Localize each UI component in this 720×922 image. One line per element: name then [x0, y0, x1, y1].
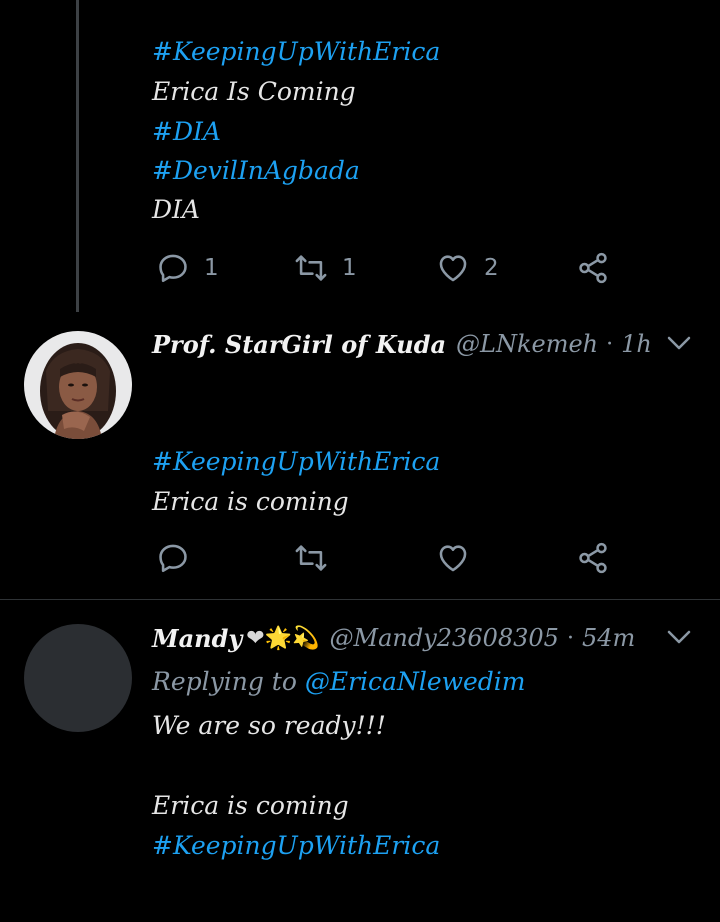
reply-count: 1 [204, 255, 219, 281]
reply-icon [159, 254, 187, 283]
tweet1-action-bar: 1 1 2 [152, 248, 622, 288]
replying-to-line: Replying to @EricaNlewedim [152, 666, 526, 698]
tweet1-text-line: DIA [152, 195, 200, 224]
retweet-button[interactable]: 1 [294, 248, 357, 288]
timestamp[interactable]: 1h [621, 330, 652, 358]
tweet2-action-bar [152, 538, 622, 578]
replying-to-handle[interactable]: @EricaNlewedim [305, 667, 526, 696]
like-button[interactable]: 2 [436, 248, 499, 288]
tweet3-text-line: Erica is coming [152, 791, 349, 820]
share-icon [579, 252, 607, 284]
heart-icon [439, 545, 467, 572]
heart-icon [439, 255, 467, 282]
tweet1-hashtag-dia[interactable]: #DIA [152, 116, 221, 148]
retweet-button[interactable] [294, 538, 328, 578]
avatar[interactable] [24, 624, 132, 732]
reply-button[interactable] [156, 538, 190, 578]
profile-photo [24, 331, 132, 439]
tweet1-text-line: Erica Is Coming [152, 77, 356, 106]
retweet-icon [295, 255, 327, 281]
chevron-down-icon[interactable] [664, 328, 694, 358]
share-icon [579, 542, 607, 574]
reply-button[interactable]: 1 [156, 248, 219, 288]
tweet-divider [0, 599, 720, 600]
tweet2-text-line: Erica is coming [152, 487, 349, 516]
tweet3-text-line: We are so ready!!! [152, 711, 386, 740]
display-name[interactable]: Mandy [152, 624, 242, 653]
share-button[interactable] [576, 538, 610, 578]
tweet1-hashtag-keepingupwitherica[interactable]: #KeepingUpWithErica [152, 36, 440, 68]
tweet3-hashtag-keepingupwitherica[interactable]: #KeepingUpWithErica [152, 830, 440, 862]
retweet-count: 1 [342, 255, 357, 281]
tweet2-hashtag-keepingupwitherica[interactable]: #KeepingUpWithErica [152, 446, 440, 478]
separator-dot: · [606, 331, 614, 357]
avatar[interactable] [24, 331, 132, 439]
separator-dot: · [566, 625, 574, 651]
user-handle[interactable]: @Mandy23608305 [330, 624, 559, 652]
retweet-icon [295, 545, 327, 571]
thread-connector-line [76, 0, 79, 312]
like-button[interactable] [436, 538, 470, 578]
display-name[interactable]: Prof. StarGirl of Kuda [152, 330, 446, 359]
chevron-down-icon[interactable] [664, 622, 694, 652]
timestamp[interactable]: 54m [582, 624, 635, 652]
tweet2-header: Prof. StarGirl of Kuda @LNkemeh · 1h [152, 327, 652, 361]
share-button[interactable] [576, 248, 610, 288]
name-emojis: ❤🌟💫 [246, 625, 320, 651]
tweet1-hashtag-devilinagbada[interactable]: #DevilInAgbada [152, 155, 360, 187]
like-count: 2 [484, 255, 499, 281]
user-handle[interactable]: @LNkemeh [456, 330, 598, 358]
reply-icon [159, 544, 187, 573]
replying-to-label: Replying to [152, 667, 297, 696]
tweet3-header: Mandy ❤🌟💫 @Mandy23608305 · 54m [152, 621, 635, 655]
